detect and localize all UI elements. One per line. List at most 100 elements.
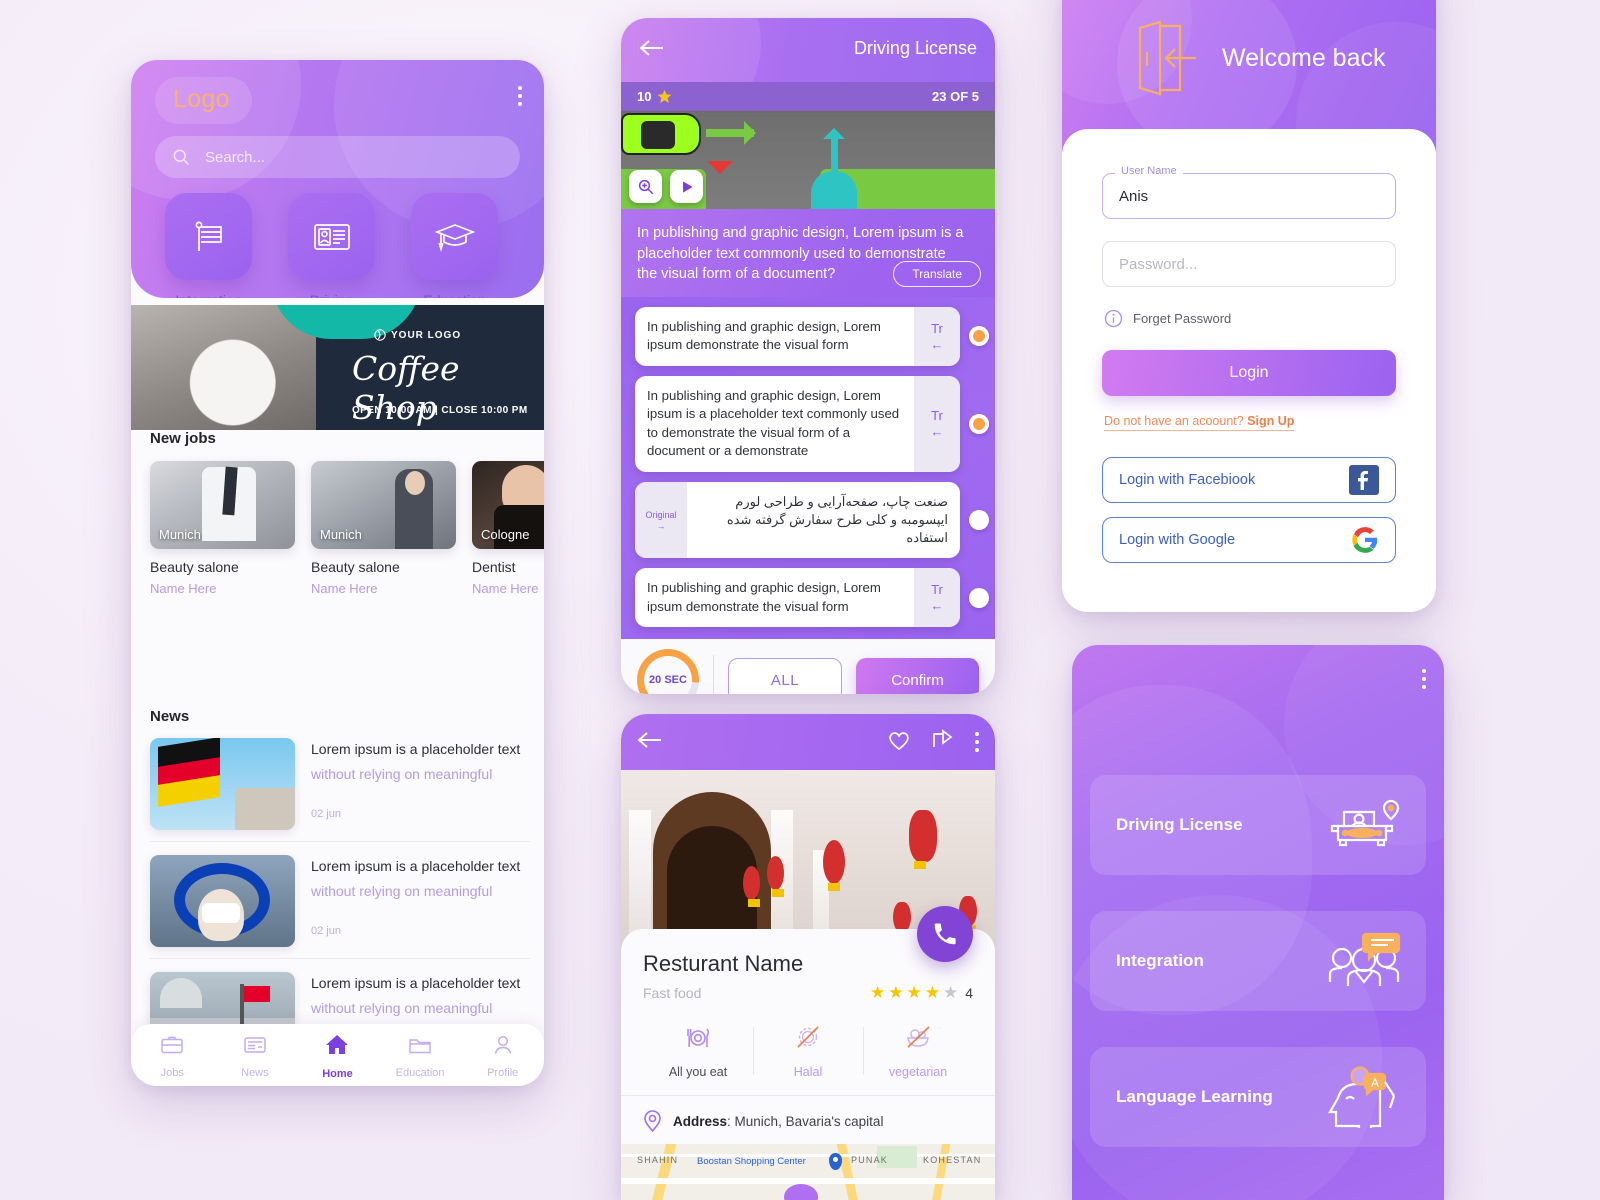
quiz-footer: 20 SEC ALL Confirm	[621, 639, 995, 694]
job-card[interactable]: Cologne Dentist Name Here	[472, 461, 544, 596]
login-hero-row: Welcome back	[1134, 20, 1386, 96]
map-road	[621, 1178, 995, 1184]
tab-home[interactable]: Home	[301, 1031, 373, 1080]
quiz-answer-card[interactable]: Original → صنعت چاپ، صفحه‌آرایی و طراحی …	[635, 481, 960, 559]
map-label: SHAHIN	[637, 1155, 679, 1165]
plate-cutlery-icon	[687, 1028, 710, 1047]
quiz-timer-label: 20 SEC	[649, 674, 687, 687]
translate-toggle[interactable]: Tr ←	[914, 568, 960, 628]
password-field-wrap	[1102, 241, 1396, 287]
play-icon[interactable]	[670, 170, 703, 203]
job-photo: Cologne	[472, 461, 544, 549]
quick-action-driving-license[interactable]: Driving License	[288, 193, 375, 298]
kebab-menu-icon[interactable]	[975, 732, 979, 752]
promo-banner[interactable]: YOUR LOGO Coffee Shop OPEN 10:00 AM | CL…	[131, 305, 544, 430]
tab-profile[interactable]: Profile	[467, 1032, 539, 1079]
login-with-google-button[interactable]: Login with Google	[1102, 517, 1396, 563]
google-label: Login with Google	[1119, 532, 1236, 548]
tab-education[interactable]: Education	[384, 1032, 456, 1079]
back-arrow-icon[interactable]	[639, 38, 665, 63]
news-item[interactable]: Lorem ipsum is a placeholder text withou…	[150, 842, 530, 959]
restaurant-detail-screen: Resturant Name Fast food ★ ★ ★ ★ ★ 4 All…	[621, 714, 995, 1200]
facebook-icon	[1349, 465, 1379, 495]
star-icon-empty: ★	[942, 983, 959, 1002]
green-car	[621, 113, 701, 155]
zoom-in-icon[interactable]	[629, 170, 662, 203]
password-input[interactable]	[1102, 241, 1396, 287]
category-driving-license[interactable]: Driving License	[1090, 775, 1426, 875]
all-button[interactable]: ALL	[728, 658, 842, 694]
call-button[interactable]	[917, 906, 973, 962]
map-label: KOHESTAN	[923, 1155, 982, 1165]
coffee-photo	[131, 305, 316, 430]
login-with-facebook-button[interactable]: Login with Facebiook	[1102, 457, 1396, 503]
category-integration[interactable]: Integration	[1090, 911, 1426, 1011]
quiz-answer-radio[interactable]	[969, 326, 989, 347]
translate-toggle[interactable]: Tr ←	[914, 375, 960, 472]
jobs-section: New jobs Munich Beauty salone Name Here	[131, 430, 544, 596]
tab-label: News	[241, 1066, 269, 1079]
quiz-answers-list: In publishing and graphic design, Lorem …	[621, 297, 995, 640]
username-label: User Name	[1115, 165, 1183, 177]
restaurant-appbar	[621, 714, 995, 770]
forget-password-row[interactable]: Forget Password	[1104, 309, 1396, 328]
confirm-button[interactable]: Confirm	[855, 658, 979, 694]
tag-vegetarian[interactable]: vegetarian	[863, 1023, 973, 1079]
quiz-answer-text: In publishing and graphic design, Lorem …	[647, 387, 900, 459]
star-icon	[657, 89, 672, 103]
tag-label: All you eat	[668, 1065, 728, 1079]
job-card[interactable]: Munich Beauty salone Name Here	[150, 461, 295, 596]
quiz-answer-radio[interactable]	[969, 587, 989, 608]
news-date: 02 jun	[311, 808, 341, 820]
job-card[interactable]: Munich Beauty salone Name Here	[311, 461, 456, 596]
login-card: User Name Forget Password Login Do not h…	[1062, 129, 1436, 612]
map-label: PUNAK	[851, 1155, 889, 1165]
news-item[interactable]: Lorem ipsum is a placeholder text withou…	[150, 725, 530, 842]
star-icon: ★	[888, 983, 904, 1002]
bottom-tab-bar: Jobs News Home Education Profile	[131, 1024, 544, 1086]
translate-button[interactable]: Translate	[893, 261, 981, 287]
quiz-answer-card[interactable]: In publishing and graphic design, Lorem …	[635, 375, 960, 472]
username-input[interactable]	[1102, 173, 1396, 219]
signup-link[interactable]: Do not have an acoount? Sign Up	[1104, 414, 1295, 431]
translate-toggle-label: Tr	[931, 320, 943, 336]
job-city: Cologne	[481, 527, 530, 542]
quiz-answer-radio[interactable]	[969, 510, 989, 531]
svg-text:A: A	[1371, 1076, 1379, 1090]
quiz-progress: 23 OF 5	[932, 89, 979, 104]
quiz-answer-card[interactable]: In publishing and graphic design, Lorem …	[635, 307, 960, 366]
share-icon[interactable]	[931, 728, 955, 756]
heart-icon[interactable]	[887, 729, 911, 756]
map-preview[interactable]: SHAHIN Boostan Shopping Center PUNAK KOH…	[621, 1144, 995, 1200]
news-date: 02 jun	[311, 925, 341, 937]
tag-all-you-eat[interactable]: All you eat	[643, 1023, 753, 1079]
halal-badge-icon	[797, 1026, 819, 1048]
quick-action-integration[interactable]: Integration	[165, 193, 252, 298]
category-list: Driving License Integration Language Lea…	[1072, 645, 1444, 1147]
tag-halal[interactable]: Halal	[753, 1023, 863, 1079]
info-icon	[1104, 309, 1123, 328]
quiz-answer-row: In publishing and graphic design, Lorem …	[621, 307, 995, 366]
quick-action-education[interactable]: Education	[411, 193, 498, 298]
driving-license-quiz-screen: Driving License 10 23 OF 5 In publishing…	[621, 18, 995, 694]
search-input[interactable]: Search...	[155, 136, 520, 178]
translate-toggle[interactable]: Tr ←	[914, 307, 960, 366]
login-button[interactable]: Login	[1102, 350, 1396, 396]
car-driver-icon	[1330, 799, 1400, 847]
tab-label: Jobs	[160, 1066, 184, 1079]
id-card-icon	[288, 193, 375, 280]
kebab-menu-icon[interactable]	[518, 86, 522, 106]
tab-news[interactable]: News	[219, 1032, 291, 1079]
flag-icon	[165, 193, 252, 280]
original-toggle[interactable]: Original →	[635, 481, 687, 559]
right-arrow-icon: →	[656, 520, 666, 531]
translate-toggle-label: Tr	[931, 582, 943, 598]
lantern	[893, 902, 911, 939]
tab-jobs[interactable]: Jobs	[136, 1032, 208, 1079]
job-name: Name Here	[150, 581, 217, 596]
tag-label: vegetarian	[888, 1065, 948, 1079]
quiz-answer-radio[interactable]	[969, 413, 989, 434]
back-arrow-icon[interactable]	[637, 730, 663, 755]
quiz-answer-card[interactable]: In publishing and graphic design, Lorem …	[635, 568, 960, 628]
category-language-learning[interactable]: Language Learning A	[1090, 1047, 1426, 1147]
